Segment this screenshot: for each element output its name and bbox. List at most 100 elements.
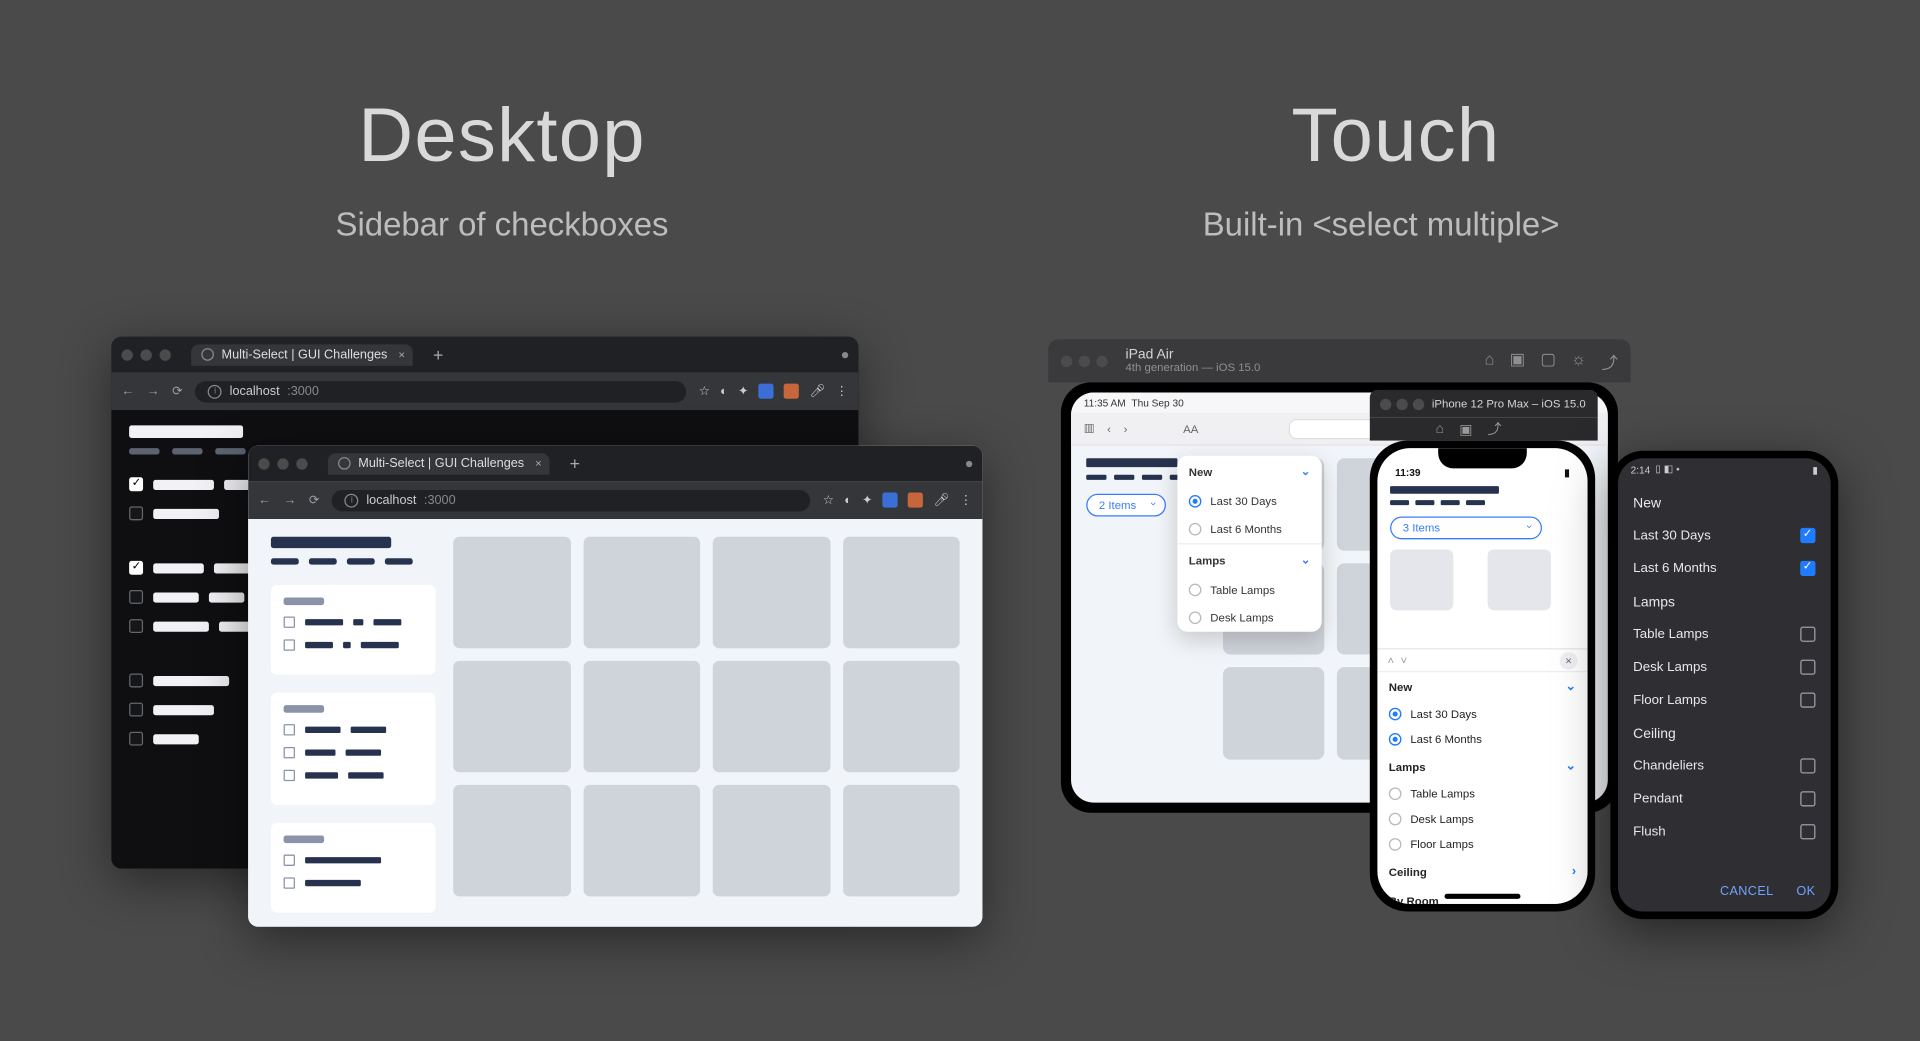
- radio-icon[interactable]: [1189, 584, 1202, 597]
- android-select-dialog[interactable]: New Last 30 Days Last 6 Months Lamps Tab…: [1618, 481, 1831, 853]
- result-tile[interactable]: [453, 785, 570, 897]
- extension-orange-icon[interactable]: [908, 492, 923, 507]
- checkbox-icon[interactable]: [284, 770, 295, 781]
- forward-icon[interactable]: →: [147, 384, 160, 398]
- sheet-option[interactable]: Desk Lamps: [1377, 806, 1587, 831]
- half-moon-icon[interactable]: ◐: [720, 384, 728, 398]
- filter-option[interactable]: [284, 639, 423, 650]
- result-tile[interactable]: [1488, 549, 1552, 610]
- traffic-light-max-icon[interactable]: [1413, 398, 1424, 409]
- dialog-option[interactable]: Flush: [1618, 815, 1831, 848]
- sheet-option[interactable]: Floor Lamps: [1377, 832, 1587, 857]
- window-menu-icon[interactable]: [842, 351, 848, 357]
- result-tile[interactable]: [713, 537, 830, 649]
- sheet-option[interactable]: Last 6 Months: [1377, 727, 1587, 752]
- sidebar-icon[interactable]: ▥: [1084, 422, 1095, 436]
- popover-group-header[interactable]: New ⌄: [1177, 456, 1321, 488]
- filter-option[interactable]: [284, 770, 423, 781]
- checkbox-icon[interactable]: [284, 639, 295, 650]
- traffic-light-close-icon[interactable]: [1380, 398, 1391, 409]
- result-tile[interactable]: [453, 661, 570, 773]
- ok-button[interactable]: OK: [1796, 885, 1815, 899]
- forward-icon[interactable]: →: [284, 493, 297, 507]
- popover-option[interactable]: Last 30 Days: [1177, 487, 1321, 515]
- site-info-icon[interactable]: i: [345, 493, 359, 507]
- checkbox-icon[interactable]: [1800, 824, 1815, 839]
- result-tile[interactable]: [1223, 668, 1324, 760]
- address-field[interactable]: i localhost:3000: [195, 380, 686, 402]
- radio-selected-icon[interactable]: [1389, 733, 1402, 746]
- result-tile[interactable]: [843, 537, 960, 649]
- kebab-menu-icon[interactable]: ⋮: [836, 384, 849, 398]
- filter-option[interactable]: [284, 724, 423, 735]
- browser-tab[interactable]: Multi-Select | GUI Challenges ×: [191, 344, 413, 366]
- close-tab-icon[interactable]: ×: [535, 456, 542, 469]
- result-tile[interactable]: [843, 661, 960, 773]
- traffic-light-max-icon[interactable]: [160, 349, 171, 360]
- filter-option[interactable]: [284, 855, 423, 866]
- address-field[interactable]: i localhost:3000: [332, 489, 810, 511]
- popover-option[interactable]: Desk Lamps: [1177, 604, 1321, 632]
- filter-option[interactable]: [284, 747, 423, 758]
- next-icon[interactable]: ˅: [1401, 654, 1408, 667]
- radio-icon[interactable]: [1389, 813, 1402, 826]
- extension-blue-icon[interactable]: [759, 384, 774, 399]
- checkbox-icon[interactable]: [1800, 660, 1815, 675]
- sheet-option[interactable]: Last 30 Days: [1377, 701, 1587, 726]
- sheet-group-header[interactable]: Ceiling›: [1377, 857, 1587, 886]
- filter-option[interactable]: [284, 617, 423, 628]
- checkbox-icon[interactable]: [284, 747, 295, 758]
- popover-option[interactable]: Last 6 Months: [1177, 515, 1321, 543]
- home-indicator[interactable]: [1445, 894, 1521, 899]
- radio-icon[interactable]: [1189, 611, 1202, 624]
- extension-puzzle-icon[interactable]: ✦: [738, 384, 749, 398]
- checkbox-icon[interactable]: [129, 732, 143, 746]
- checkbox-checked-icon[interactable]: [129, 561, 143, 575]
- back-icon[interactable]: ←: [122, 384, 135, 398]
- browser-tab[interactable]: Multi-Select | GUI Challenges ×: [328, 453, 550, 475]
- site-info-icon[interactable]: i: [208, 384, 222, 398]
- dialog-option[interactable]: Last 30 Days: [1618, 519, 1831, 552]
- screenshot-icon[interactable]: ▣: [1510, 349, 1526, 373]
- filter-chip[interactable]: 3 Items: [1390, 517, 1542, 540]
- checkbox-icon[interactable]: [1800, 627, 1815, 642]
- bookmark-star-icon[interactable]: ☆: [699, 384, 710, 398]
- dialog-option[interactable]: Pendant: [1618, 782, 1831, 815]
- result-tile[interactable]: [453, 537, 570, 649]
- result-tile[interactable]: [843, 785, 960, 897]
- extension-puzzle-icon[interactable]: ✦: [862, 493, 873, 507]
- traffic-light-max-icon[interactable]: [1096, 355, 1107, 366]
- back-icon[interactable]: ‹: [1107, 422, 1111, 435]
- traffic-light-close-icon[interactable]: [1061, 355, 1072, 366]
- half-moon-icon[interactable]: ◐: [844, 493, 852, 507]
- checkbox-icon[interactable]: [1800, 758, 1815, 773]
- result-tile[interactable]: [713, 661, 830, 773]
- new-tab-button[interactable]: +: [433, 344, 443, 364]
- screenshot-icon[interactable]: ▣: [1459, 421, 1472, 437]
- checkbox-icon[interactable]: [284, 855, 295, 866]
- checkbox-icon[interactable]: [129, 506, 143, 520]
- checkbox-icon[interactable]: [129, 674, 143, 688]
- traffic-light-min-icon[interactable]: [1079, 355, 1090, 366]
- radio-selected-icon[interactable]: [1389, 708, 1402, 721]
- dialog-option[interactable]: Chandeliers: [1618, 749, 1831, 782]
- mic-icon[interactable]: 🎤︎: [809, 384, 825, 398]
- result-tile[interactable]: [583, 537, 700, 649]
- home-icon[interactable]: ⌂: [1436, 422, 1444, 437]
- select-popover[interactable]: New ⌄ Last 30 Days Last 6 Months Lamps ⌄…: [1177, 456, 1321, 632]
- checkbox-icon[interactable]: [1800, 791, 1815, 806]
- traffic-light-min-icon[interactable]: [277, 458, 288, 469]
- close-sheet-icon[interactable]: ×: [1560, 651, 1578, 669]
- traffic-light-min-icon[interactable]: [1396, 398, 1407, 409]
- sheet-group-header[interactable]: New⌄: [1377, 672, 1587, 701]
- popover-option[interactable]: Table Lamps: [1177, 576, 1321, 604]
- select-sheet[interactable]: ˄ ˅ × New⌄ Last 30 Days Last 6 Months La…: [1377, 648, 1587, 904]
- result-tile[interactable]: [583, 785, 700, 897]
- filter-chip[interactable]: 2 Items: [1086, 494, 1165, 517]
- reload-icon[interactable]: ⟳: [309, 493, 320, 507]
- traffic-light-close-icon[interactable]: [122, 349, 133, 360]
- radio-icon[interactable]: [1189, 523, 1202, 536]
- checkbox-icon[interactable]: [129, 619, 143, 633]
- radio-icon[interactable]: [1389, 787, 1402, 800]
- dialog-option[interactable]: Floor Lamps: [1618, 684, 1831, 717]
